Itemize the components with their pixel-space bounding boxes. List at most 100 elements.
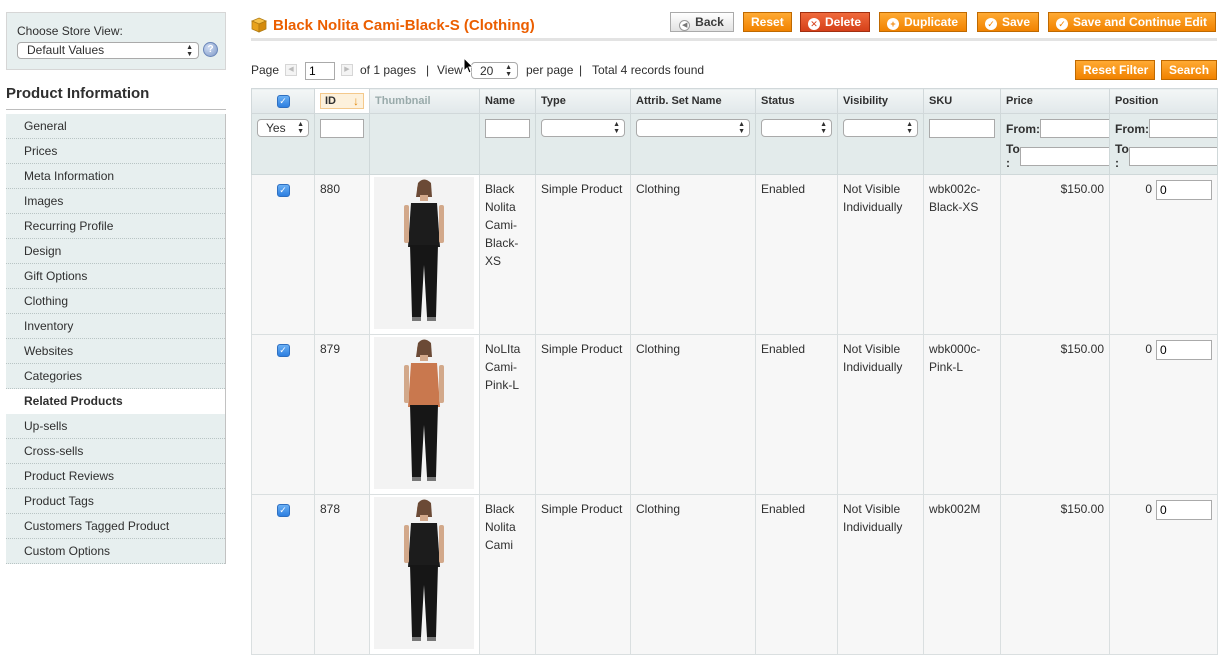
select-all-checkbox[interactable]: ✓ bbox=[276, 95, 290, 108]
id-filter-input[interactable] bbox=[320, 119, 364, 138]
store-switcher-label: Choose Store View: bbox=[17, 24, 123, 38]
price-from-input[interactable] bbox=[1040, 119, 1109, 138]
table-row[interactable]: ✓ 878 Black Nolita Cami Simple Product Cloth… bbox=[251, 494, 1218, 655]
back-button-label: Back bbox=[695, 15, 724, 29]
save-button[interactable]: ✓ Save bbox=[977, 12, 1039, 32]
page-number-input[interactable] bbox=[305, 62, 335, 80]
sidebar-tab-product-reviews[interactable]: Product Reviews bbox=[6, 464, 225, 489]
search-button[interactable]: Search bbox=[1161, 60, 1217, 80]
sidebar-tab-inventory[interactable]: Inventory bbox=[6, 314, 225, 339]
sidebar-tab-categories[interactable]: Categories bbox=[6, 364, 225, 389]
visibility-filter-select[interactable]: ▲ ▼ bbox=[843, 119, 918, 137]
row-checkbox[interactable]: ✓ bbox=[276, 344, 290, 357]
row-select-cell: ✓ bbox=[251, 334, 315, 495]
cell-name: Black Nolita Cami-Black-XS bbox=[479, 174, 536, 335]
table-row[interactable]: ✓ 879 NoLIta Cami-Pink-L Simple Product Clot… bbox=[251, 334, 1218, 495]
search-button-label: Search bbox=[1169, 63, 1210, 77]
prev-page-icon[interactable]: ◀ bbox=[285, 64, 297, 76]
sidebar: Choose Store View: Default Values ▲ ▼ ? P… bbox=[6, 12, 226, 564]
per-page-value: 20 bbox=[480, 64, 494, 78]
col-header-status[interactable]: Status bbox=[755, 88, 838, 114]
reset-button[interactable]: Reset bbox=[743, 12, 792, 32]
cell-status: Enabled bbox=[755, 494, 838, 655]
reset-filter-button[interactable]: Reset Filter bbox=[1075, 60, 1155, 80]
related-products-grid: ✓ ID ↓ Thumbnail Name Type Attrib. Set N… bbox=[251, 88, 1218, 655]
sidebar-tab-general[interactable]: General bbox=[6, 114, 225, 139]
sidebar-tab-up-sells[interactable]: Up-sells bbox=[6, 414, 225, 439]
sidebar-tab-product-tags[interactable]: Product Tags bbox=[6, 489, 225, 514]
position-input[interactable] bbox=[1156, 340, 1212, 360]
select-arrows-icon: ▲ ▼ bbox=[820, 121, 827, 135]
col-header-position[interactable]: Position bbox=[1109, 88, 1218, 114]
cell-position: 0 bbox=[1109, 174, 1218, 335]
store-view-select[interactable]: Default Values ▲ ▼ bbox=[17, 42, 199, 59]
position-to-label: To : bbox=[1115, 142, 1129, 170]
sidebar-tab-prices[interactable]: Prices bbox=[6, 139, 225, 164]
position-from-input[interactable] bbox=[1149, 119, 1217, 138]
col-header-type[interactable]: Type bbox=[535, 88, 631, 114]
cell-id: 878 bbox=[314, 494, 370, 655]
sidebar-tab-meta-information[interactable]: Meta Information bbox=[6, 164, 225, 189]
select-all-header[interactable]: ✓ bbox=[251, 88, 315, 114]
attrib-set-filter-select[interactable]: ▲ ▼ bbox=[636, 119, 750, 137]
cell-visibility: Not Visible Individually bbox=[837, 334, 924, 495]
product-box-icon bbox=[251, 17, 267, 33]
type-filter-select[interactable]: ▲ ▼ bbox=[541, 119, 625, 137]
select-arrows-icon: ▲ ▼ bbox=[505, 63, 512, 78]
price-to-label: To : bbox=[1006, 142, 1020, 170]
price-to-input[interactable] bbox=[1019, 146, 1109, 166]
sidebar-tab-clothing[interactable]: Clothing bbox=[6, 289, 225, 314]
col-header-name[interactable]: Name bbox=[479, 88, 536, 114]
position-to-input[interactable] bbox=[1128, 146, 1217, 166]
sort-desc-icon: ↓ bbox=[353, 94, 359, 108]
select-arrows-icon: ▲ ▼ bbox=[297, 121, 304, 135]
name-filter-input[interactable] bbox=[485, 119, 530, 138]
position-input[interactable] bbox=[1156, 180, 1212, 200]
delete-button-label: Delete bbox=[825, 15, 862, 29]
help-icon[interactable]: ? bbox=[203, 42, 218, 57]
product-tabs: General Prices Meta Information Images Recur… bbox=[6, 114, 226, 564]
cell-attrib-set: Clothing bbox=[630, 334, 756, 495]
save-continue-button[interactable]: ✓ Save and Continue Edit bbox=[1048, 12, 1216, 32]
duplicate-button-label: Duplicate bbox=[904, 15, 959, 29]
cell-position: 0 bbox=[1109, 494, 1218, 655]
sidebar-tab-gift-options[interactable]: Gift Options bbox=[6, 264, 225, 289]
back-button[interactable]: ◀ Back bbox=[670, 12, 734, 32]
reset-filter-label: Reset Filter bbox=[1083, 63, 1149, 77]
pager-separator: | bbox=[426, 63, 430, 77]
price-to-row: To : bbox=[1006, 142, 1109, 170]
duplicate-button[interactable]: + Duplicate bbox=[879, 12, 967, 32]
col-header-price[interactable]: Price bbox=[1000, 88, 1110, 114]
cell-price: $150.00 bbox=[1000, 174, 1110, 335]
sidebar-tab-recurring-profile[interactable]: Recurring Profile bbox=[6, 214, 225, 239]
row-checkbox[interactable]: ✓ bbox=[276, 504, 290, 517]
sidebar-tab-images[interactable]: Images bbox=[6, 189, 225, 214]
col-header-id[interactable]: ID ↓ bbox=[314, 88, 370, 114]
cell-attrib-set: Clothing bbox=[630, 174, 756, 335]
row-checkbox[interactable]: ✓ bbox=[276, 184, 290, 197]
status-filter-select[interactable]: ▲ ▼ bbox=[761, 119, 832, 137]
col-header-sku[interactable]: SKU bbox=[923, 88, 1001, 114]
sku-filter-input[interactable] bbox=[929, 119, 995, 138]
sidebar-tab-cross-sells[interactable]: Cross-sells bbox=[6, 439, 225, 464]
cell-attrib-set: Clothing bbox=[630, 494, 756, 655]
sidebar-tab-customers-tagged-product[interactable]: Customers Tagged Product bbox=[6, 514, 225, 539]
cell-status: Enabled bbox=[755, 174, 838, 335]
sidebar-tab-related-products[interactable]: Related Products bbox=[6, 389, 225, 414]
sidebar-tab-design[interactable]: Design bbox=[6, 239, 225, 264]
next-page-icon[interactable]: ▶ bbox=[341, 64, 353, 76]
per-page-select[interactable]: 20 ▲ ▼ bbox=[471, 62, 518, 79]
col-header-attrib-set[interactable]: Attrib. Set Name bbox=[630, 88, 756, 114]
col-header-visibility[interactable]: Visibility bbox=[837, 88, 924, 114]
delete-button[interactable]: ✕ Delete bbox=[800, 12, 870, 32]
plus-icon: + bbox=[887, 18, 899, 30]
id-sort-indicator[interactable]: ID ↓ bbox=[320, 93, 364, 109]
sidebar-tab-websites[interactable]: Websites bbox=[6, 339, 225, 364]
row-select-cell: ✓ bbox=[251, 174, 315, 335]
position-input[interactable] bbox=[1156, 500, 1212, 520]
in-products-filter-select[interactable]: Yes ▲ ▼ bbox=[257, 119, 309, 137]
sidebar-tab-custom-options[interactable]: Custom Options bbox=[6, 539, 225, 564]
col-label-id: ID bbox=[325, 95, 336, 107]
table-row[interactable]: ✓ 880 Black Nolita Cami-Black-XS Simple Pro… bbox=[251, 174, 1218, 335]
page-label: Page bbox=[251, 63, 280, 77]
